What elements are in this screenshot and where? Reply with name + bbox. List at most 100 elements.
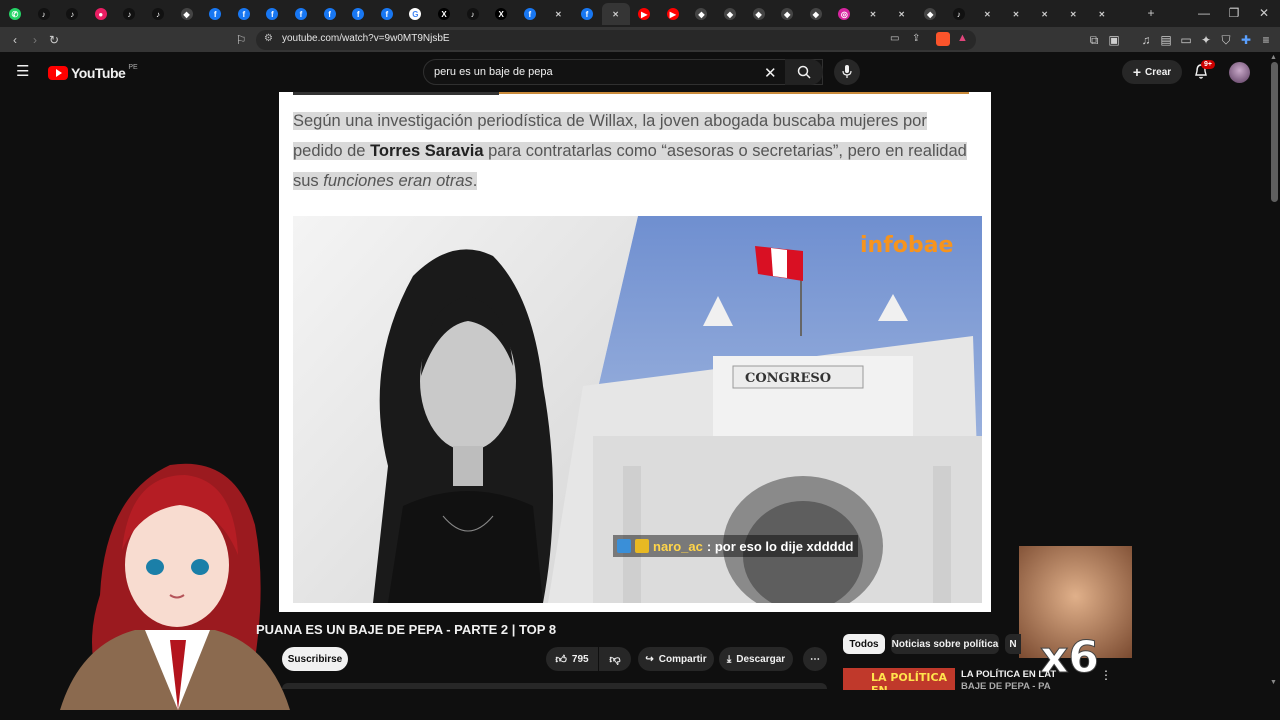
youtube-header: ☰ YouTube PE peru es un baje de pepa ✕ +…: [0, 52, 1280, 92]
reading-list-icon[interactable]: ▤: [1159, 33, 1173, 47]
download-button[interactable]: ⤓ Descargar: [719, 647, 793, 671]
more-actions-button[interactable]: ⋯: [803, 647, 827, 671]
recommended-thumbnail[interactable]: LA POLÍTICA EN: [843, 668, 955, 690]
download-icon: ⤓: [726, 653, 732, 665]
site-info-icon[interactable]: ⚙: [264, 33, 273, 44]
muted-icon: ✕: [984, 9, 991, 19]
browser-tab[interactable]: f: [373, 3, 401, 25]
browser-tab[interactable]: ●: [87, 3, 115, 25]
browser-tab[interactable]: f: [316, 3, 344, 25]
browser-tab[interactable]: ♪: [144, 3, 172, 25]
browser-tab[interactable]: ✆: [1, 3, 29, 25]
recommended-title[interactable]: LA POLÍTICA EN LAT BAJE DE PEPA - PA: [961, 669, 1056, 693]
minimize-icon[interactable]: —: [1190, 4, 1218, 22]
browser-tab[interactable]: ✕: [973, 3, 1001, 25]
cast-icon[interactable]: ▭: [890, 33, 899, 44]
browser-tab[interactable]: f: [344, 3, 372, 25]
dislike-button[interactable]: 👎︎: [599, 647, 631, 671]
browser-tab[interactable]: ◆: [687, 3, 715, 25]
browser-tab[interactable]: ◆: [745, 3, 773, 25]
search-box[interactable]: peru es un baje de pepa ✕: [423, 59, 823, 85]
search-input[interactable]: peru es un baje de pepa: [434, 66, 553, 78]
like-button[interactable]: 👍︎ 795: [546, 647, 598, 671]
browser-tab[interactable]: ◆: [916, 3, 944, 25]
create-button[interactable]: + Crear: [1122, 60, 1182, 84]
close-window-icon[interactable]: ✕: [1250, 4, 1278, 22]
media-icon[interactable]: ♫: [1139, 33, 1153, 47]
brave-shield-icon[interactable]: [936, 32, 950, 46]
like-count: 795: [571, 653, 589, 665]
leo-icon[interactable]: ✦: [1199, 33, 1213, 47]
extensions-icon[interactable]: ⧉: [1087, 33, 1101, 47]
browser-tab[interactable]: ✕: [1088, 3, 1116, 25]
browser-tab[interactable]: f: [573, 3, 601, 25]
chip-next[interactable]: N: [1005, 634, 1021, 654]
browser-tab[interactable]: ▶: [630, 3, 658, 25]
browser-tab[interactable]: ◆: [716, 3, 744, 25]
browser-tab[interactable]: ▶: [659, 3, 687, 25]
ext-blue-icon[interactable]: ✚: [1239, 33, 1253, 47]
browser-tab[interactable]: X: [430, 3, 458, 25]
browser-tab[interactable]: f: [230, 3, 258, 25]
wallet-icon[interactable]: ▭: [1179, 33, 1193, 47]
browser-tab[interactable]: ♪: [459, 3, 487, 25]
browser-tab[interactable]: f: [258, 3, 286, 25]
facebook-icon: f: [323, 8, 336, 20]
bookmark-icon[interactable]: ⚐: [234, 33, 248, 47]
scroll-down-icon[interactable]: ▼: [1270, 679, 1277, 686]
browser-tab[interactable]: ✕: [601, 3, 630, 25]
browser-tab[interactable]: ✕: [1002, 3, 1030, 25]
browser-tab[interactable]: f: [287, 3, 315, 25]
hamburger-icon[interactable]: ☰: [16, 64, 32, 80]
chip-label: Noticias sobre política: [891, 638, 999, 650]
browser-tab[interactable]: f: [516, 3, 544, 25]
app-icon: ◆: [180, 8, 193, 20]
forward-icon[interactable]: ›: [28, 33, 42, 47]
vpn-icon[interactable]: ⛉: [1219, 33, 1233, 47]
browser-tab[interactable]: ♪: [115, 3, 143, 25]
browser-tab[interactable]: ◆: [802, 3, 830, 25]
mic-icon: [842, 65, 852, 78]
browser-tab[interactable]: ♪: [945, 3, 973, 25]
browser-tab[interactable]: ◎: [830, 3, 858, 25]
reload-icon[interactable]: ↻: [47, 33, 61, 47]
browser-tab[interactable]: ✕: [1031, 3, 1059, 25]
youtube-icon: ▶: [666, 8, 679, 20]
subscribe-button[interactable]: Suscribirse: [282, 647, 348, 671]
browser-tab[interactable]: ♪: [30, 3, 58, 25]
back-icon[interactable]: ‹: [8, 33, 22, 47]
browser-tab[interactable]: ✕: [544, 3, 572, 25]
muted-icon: ✕: [1098, 9, 1106, 19]
browser-tab[interactable]: ◆: [173, 3, 201, 25]
rewards-icon[interactable]: ▲: [957, 32, 968, 44]
new-tab-button[interactable]: +: [1137, 4, 1165, 22]
browser-tab[interactable]: ✕: [859, 3, 887, 25]
menu-icon[interactable]: ≡: [1259, 33, 1273, 47]
avatar[interactable]: [1229, 62, 1250, 83]
maximize-icon[interactable]: ❐: [1220, 4, 1248, 22]
browser-tab[interactable]: f: [201, 3, 229, 25]
browser-tab[interactable]: ♪: [58, 3, 86, 25]
address-bar[interactable]: ⚙ youtube.com/watch?v=9w0MT9NjsbE ▭ ⇪ ▲: [256, 30, 976, 50]
browser-tab[interactable]: ◆: [773, 3, 801, 25]
share-button[interactable]: ↪ Compartir: [638, 647, 714, 671]
screenshot-icon[interactable]: ▣: [1107, 33, 1121, 47]
search-button[interactable]: [785, 59, 823, 85]
chip-all[interactable]: Todos: [843, 634, 885, 654]
clear-search-icon[interactable]: ✕: [764, 64, 777, 82]
browser-tab[interactable]: X: [487, 3, 515, 25]
facebook-icon: f: [237, 8, 250, 20]
youtube-logo[interactable]: YouTube PE: [48, 64, 138, 81]
chip-politics-news[interactable]: Noticias sobre política: [891, 634, 999, 654]
facebook-icon: f: [581, 8, 593, 20]
browser-tab[interactable]: ✕: [888, 3, 916, 25]
share-icon[interactable]: ⇪: [912, 33, 920, 44]
page-scrollbar[interactable]: [1271, 62, 1278, 202]
browser-tab[interactable]: ✕: [1059, 3, 1087, 25]
browser-tab[interactable]: G: [401, 3, 429, 25]
rec-more-icon[interactable]: ⋮: [1100, 668, 1112, 682]
notifications-button[interactable]: 9+: [1193, 60, 1215, 82]
share-label: Compartir: [658, 653, 707, 665]
voice-search-button[interactable]: [834, 59, 860, 85]
scroll-up-icon[interactable]: ▲: [1270, 54, 1277, 61]
